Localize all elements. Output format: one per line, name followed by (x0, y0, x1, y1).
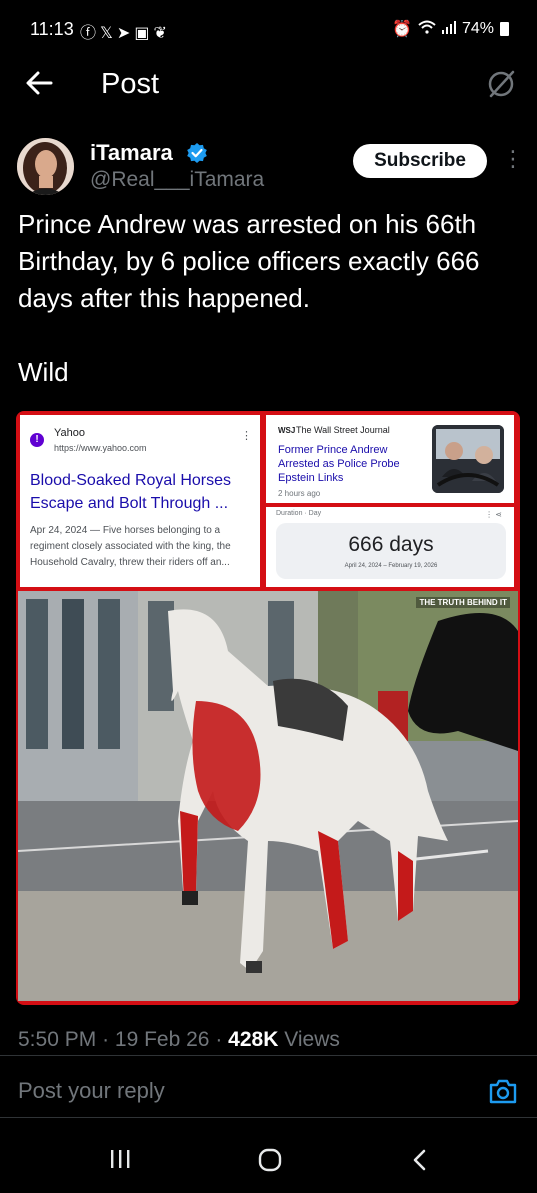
wsj-logo: WSJ (278, 426, 296, 435)
top-bar: Post (0, 56, 537, 116)
duration-actions-icon: ⋮ ⋖ (485, 510, 502, 519)
status-icons: ⏰ 74% (392, 19, 509, 39)
post-text: Prince Andrew was arrested on his 66th B… (18, 206, 523, 391)
more-options-icon[interactable]: ⋮ (502, 148, 524, 176)
post-body-2: Wild (18, 357, 69, 387)
duration-value: 666 days (348, 533, 434, 556)
post-time: 5:50 PM (18, 1028, 97, 1051)
divider (0, 1055, 537, 1056)
author-display-name[interactable]: iTamara (90, 140, 173, 166)
system-nav-bar (0, 1130, 537, 1193)
views-count[interactable]: 428K (228, 1028, 278, 1051)
wsj-news-card: WSJ The Wall Street Journal Former Princ… (266, 415, 514, 503)
battery-icon (500, 22, 509, 36)
page-title: Post (101, 68, 160, 100)
divider (0, 1117, 537, 1118)
author-handle[interactable]: @Real___iTamara (90, 168, 264, 192)
yahoo-search-card: ! Yahoo https://www.yahoo.com ⋮ Blood-So… (20, 415, 260, 587)
wsj-thumbnail-image (432, 425, 504, 493)
horse-photo: THE TRUTH BEHIND IT (18, 591, 518, 1001)
duration-card: Duration · Day ⋮ ⋖ 666 days April 24, 20… (266, 507, 514, 587)
status-time: 11:13 (30, 19, 74, 39)
avatar[interactable] (17, 138, 74, 195)
yahoo-source: Yahoo (54, 427, 85, 439)
camera-icon[interactable] (488, 1077, 518, 1105)
yahoo-snippet: Apr 24, 2024 — Five horses belonging to … (30, 525, 231, 568)
yahoo-more-icon: ⋮ (241, 430, 252, 442)
leaf-icon: ❦ (153, 25, 171, 42)
back-arrow-icon[interactable] (24, 68, 54, 98)
duration-box: 666 days April 24, 2024 – February 19, 2… (276, 523, 506, 579)
telegram-icon: ➤ (116, 25, 135, 42)
battery-percent: 74% (461, 20, 494, 37)
meta-separator: · (102, 1028, 110, 1051)
wsj-headline: Former Prince Andrew Arrested as Police … (278, 444, 400, 484)
wsj-time: 2 hours ago (278, 489, 321, 498)
signal-icon (441, 20, 456, 39)
post-meta: 5:50 PM · 19 Feb 26 · 428K Views (18, 1028, 340, 1052)
post-body: Prince Andrew was arrested on his 66th B… (18, 209, 480, 313)
home-icon[interactable] (258, 1148, 282, 1172)
facebook-icon: ⓕ (80, 25, 101, 42)
notification-icons: ⓕ𝕏➤▣❦ (80, 19, 171, 43)
reply-input[interactable]: Post your reply (18, 1078, 165, 1104)
author-row: iTamara @Real___iTamara Subscribe ⋮ (0, 134, 537, 204)
recent-apps-icon[interactable] (108, 1148, 132, 1170)
meta-separator: · (215, 1028, 223, 1051)
views-label: Views (284, 1028, 340, 1051)
duration-range: April 24, 2024 – February 19, 2026 (344, 563, 438, 569)
yahoo-logo-icon: ! (30, 433, 44, 447)
grok-icon[interactable] (485, 68, 517, 100)
back-icon[interactable] (410, 1148, 430, 1172)
verified-badge-icon (187, 143, 207, 163)
duration-label: Duration · Day (276, 510, 322, 517)
status-bar: 11:13 ⓕ𝕏➤▣❦ ⏰ 74% (0, 0, 537, 56)
wifi-icon (418, 20, 436, 39)
watermark: THE TRUTH BEHIND IT (416, 597, 510, 608)
post-date: 19 Feb 26 (114, 1028, 210, 1051)
post-media[interactable]: ! Yahoo https://www.yahoo.com ⋮ Blood-So… (16, 411, 520, 1005)
subscribe-button[interactable]: Subscribe (353, 144, 487, 178)
gallery-icon: ▣ (134, 25, 154, 42)
yahoo-url: https://www.yahoo.com (54, 443, 147, 453)
yahoo-headline: Blood-Soaked Royal Horses Escape and Bol… (30, 472, 231, 512)
alarm-icon: ⏰ (392, 21, 412, 38)
x-icon: 𝕏 (100, 25, 117, 42)
wsj-source: The Wall Street Journal (296, 425, 390, 435)
